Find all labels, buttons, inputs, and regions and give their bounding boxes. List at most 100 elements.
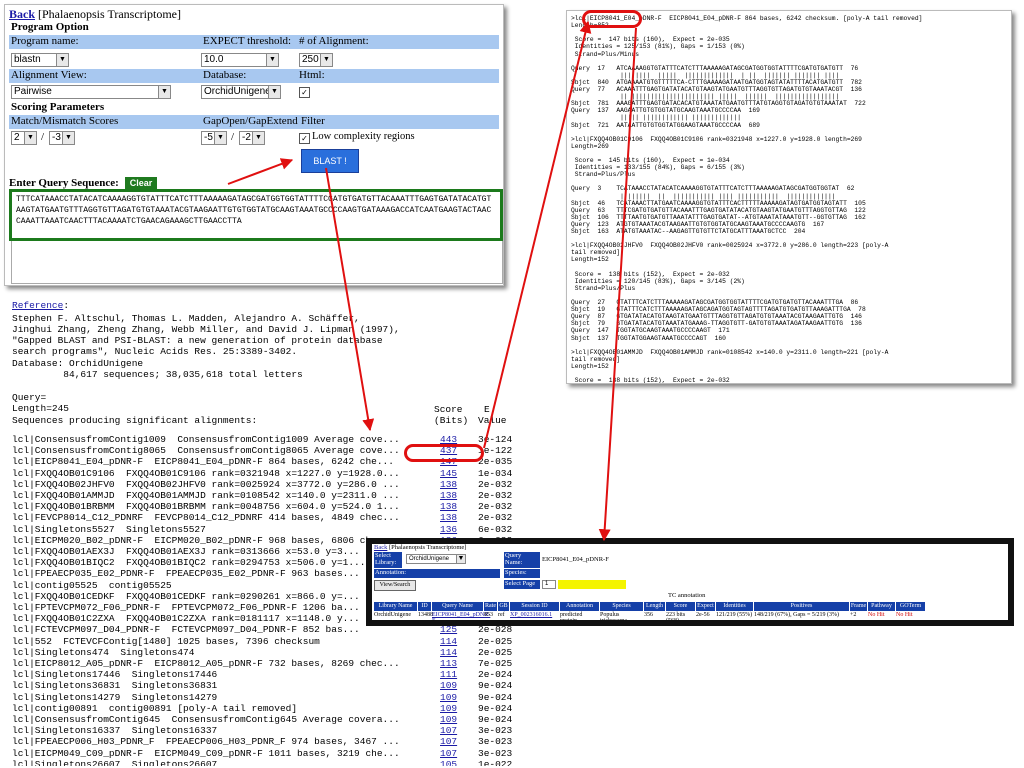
hit-score-link[interactable]: 107 [440,725,457,736]
page-select[interactable]: 1 [542,580,556,589]
alignment-line: >lcl|FXQQ4OB01C9106 FXQQ4OB01C9106 rank=… [571,135,862,143]
query-sequence-textarea[interactable]: TTTCATAAACCTATACATCAAAAGGTGTATTTCATCTTTA… [9,189,503,241]
chevron-down-icon: ▼ [62,132,74,144]
hit-score-link[interactable]: 109 [440,703,457,714]
annot-title: [Phalaenopsis Transcriptome] [388,544,467,551]
table-cell: predicted protein [560,612,583,624]
mismatch-select[interactable]: -3 ▼ [49,131,75,145]
alignment-line: Sbjct 106 TTTTAATGTGATGTTAAATATTTGAGTGAT… [571,213,866,221]
hit-score-link[interactable]: 136 [440,524,457,535]
alignment-line: Score = 145 bits (160), Expect = 1e-034 [571,157,730,164]
hit-score-link[interactable]: 109 [440,680,457,691]
alignment-line: Identities = 133/155 (84%), Gaps = 6/155… [571,164,745,172]
alignment-line: Score = 138 bits (152), Expect = 2e-032 [571,270,730,278]
match-select[interactable]: 2 ▼ [11,131,37,145]
database-stats: 84,617 sequences; 38,035,618 total lette… [12,369,303,380]
alignment-line: Sbjct 19 GTATTTCATCTTTAAAAAGATAGCAGATGGT… [571,306,866,314]
table-header-cell: Annotation [560,602,599,611]
hit-score-link[interactable]: 125 [440,624,457,635]
hit-score-link[interactable]: 109 [440,714,457,725]
alignment-view-select[interactable]: Pairwise ▼ [11,85,171,99]
table-cell: No Hit [868,612,885,618]
blast-button[interactable]: BLAST ! [301,149,359,173]
table-header-cell: GOTerm [896,602,925,611]
table-header-cell: Identities [716,602,753,611]
hit-score-link[interactable]: 138 [440,479,457,490]
hit-score-link[interactable]: 107 [440,748,457,759]
chevron-down-icon: ▼ [456,555,465,563]
hit-evalue: 7e-025 [478,658,513,669]
back-link[interactable]: Back [9,7,35,21]
database-line: Database: OrchidUnigene [12,358,144,369]
alignment-line: Query 63 TTTCGATGTGATGTTACAAATTTGAGTGATA… [571,206,866,214]
alignment-line: Score = 147 bits (160), Expect = 2e-035 [571,36,730,44]
species-label: Species: [504,569,540,578]
table-cell: Populus trichocarpa [600,612,627,624]
alignment-line: >lcl|FXQQ4OB01AMMJD FXQQ4OB01AMMJD rank=… [571,348,889,356]
select-library-label: Select Library: [374,552,402,568]
table-cell[interactable]: EICP8041_E04_pDNR-F [432,612,490,620]
table-cell: +2 [850,612,857,618]
table-cell: OrchidUnigene [374,612,411,618]
alignment-line: ||||| |||||||||||| ||||||||||||| [571,114,742,122]
alignment-line: Sbjct 46 TCATAAACTTATGAATCAAAAGGTGTATTTC… [571,199,866,207]
alignment-line: Query 27 GTATTTCATCTTTAAAAAGATAGCGATGGTG… [571,299,859,306]
table-header-cell: Query Name [432,602,483,611]
hit-description: lcl|ConsensusfromContig8065 Consensusfro… [12,445,400,457]
hit-score-link[interactable]: 107 [440,736,457,747]
hit-description: lcl|contig00891 contig00891 [poly-A tail… [12,702,298,714]
table-cell: 2e-56 [696,612,710,618]
hit-score-link[interactable]: 114 [440,636,457,647]
hit-score-link[interactable]: 113 [440,658,457,669]
gap-open-select[interactable]: -5 ▼ [201,131,227,145]
low-complexity-checkbox[interactable]: ✓ [299,133,310,144]
hit-score-link[interactable]: 105 [440,759,457,766]
hit-description: lcl|ConsensusfromContig1009 Consensusfro… [12,434,400,445]
alignment-line: tail removed] [571,249,621,257]
page-select-value: 1 [545,581,549,587]
hit-score-link[interactable]: 109 [440,692,457,703]
html-checkbox[interactable]: ✓ [299,87,310,98]
hit-evalue: 3e-023 [478,725,513,737]
table-header-cell: Species [600,602,643,611]
hit-description: lcl|FXQQ4OB01CEDKF FXQQ4OB01CEDKF rank=0… [12,590,360,602]
view-label: Alignment View: [11,69,87,81]
hit-score-link[interactable]: 145 [440,468,457,479]
database-select[interactable]: OrchidUnigene ▼ [201,85,281,99]
alignment-line: Sbjct 781 AAAGATTTGAGTGATACACATGTAAATATG… [571,100,866,108]
alignment-line: Identities = 125/153 (81%), Gaps = 1/153… [571,43,745,51]
highlight-oval-hit [404,444,484,462]
query-name-label: Query Name: [504,552,540,568]
table-cell[interactable]: XP_002316016.1 [510,612,559,618]
query-sequence-textarea-bottom [11,241,503,284]
library-select-value: OrchidUnigene [409,556,450,562]
hit-evalue: 2e-032 [478,512,513,524]
annot-back-link[interactable]: Back [374,544,387,551]
hit-score-link[interactable]: 138 [440,501,457,512]
alignment-line: Query 87 GTGATATACATGTAAGTATGAATGTTTAGGT… [571,313,862,321]
expect-select[interactable]: 10.0 ▼ [201,53,279,67]
alignment-line: Length=269 [571,142,609,150]
hit-score-link[interactable]: 114 [440,647,457,658]
hit-evalue: 2e-028 [478,624,513,636]
hit-description: lcl|FXQQ4OB01C9106 FXQQ4OB01C9106 rank=0… [12,467,400,479]
hit-score-link[interactable]: 138 [440,490,457,501]
reference-link[interactable]: Reference [12,300,63,311]
slash-separator: / [41,131,45,143]
table-cell: 356 [644,612,653,618]
alignments-select[interactable]: 250 ▼ [299,53,333,67]
program-select[interactable]: blastn ▼ [11,53,69,67]
hit-score-link[interactable]: 138 [440,512,457,523]
hit-description: lcl|EICP8012_A05_pDNR-F EICP8012_A05_pDN… [12,658,400,669]
hit-score-link[interactable]: 111 [440,669,457,680]
alignment-line: Query 123 ATGTGTAAATACGTAAGAATTGTGTGGTAT… [571,220,825,228]
chevron-down-icon: ▼ [24,132,36,144]
alignments-label: # of Alignment: [299,35,369,47]
gap-extend-select[interactable]: -2 ▼ [239,131,265,145]
view-search-button[interactable]: View/Search [374,580,416,591]
highlight-oval-alignment [582,10,642,28]
alignments-select-value: 250 [302,54,319,65]
chevron-down-icon: ▼ [268,86,280,98]
library-select[interactable]: OrchidUnigene ▼ [406,554,466,564]
hit-evalue: 2e-025 [478,635,513,647]
